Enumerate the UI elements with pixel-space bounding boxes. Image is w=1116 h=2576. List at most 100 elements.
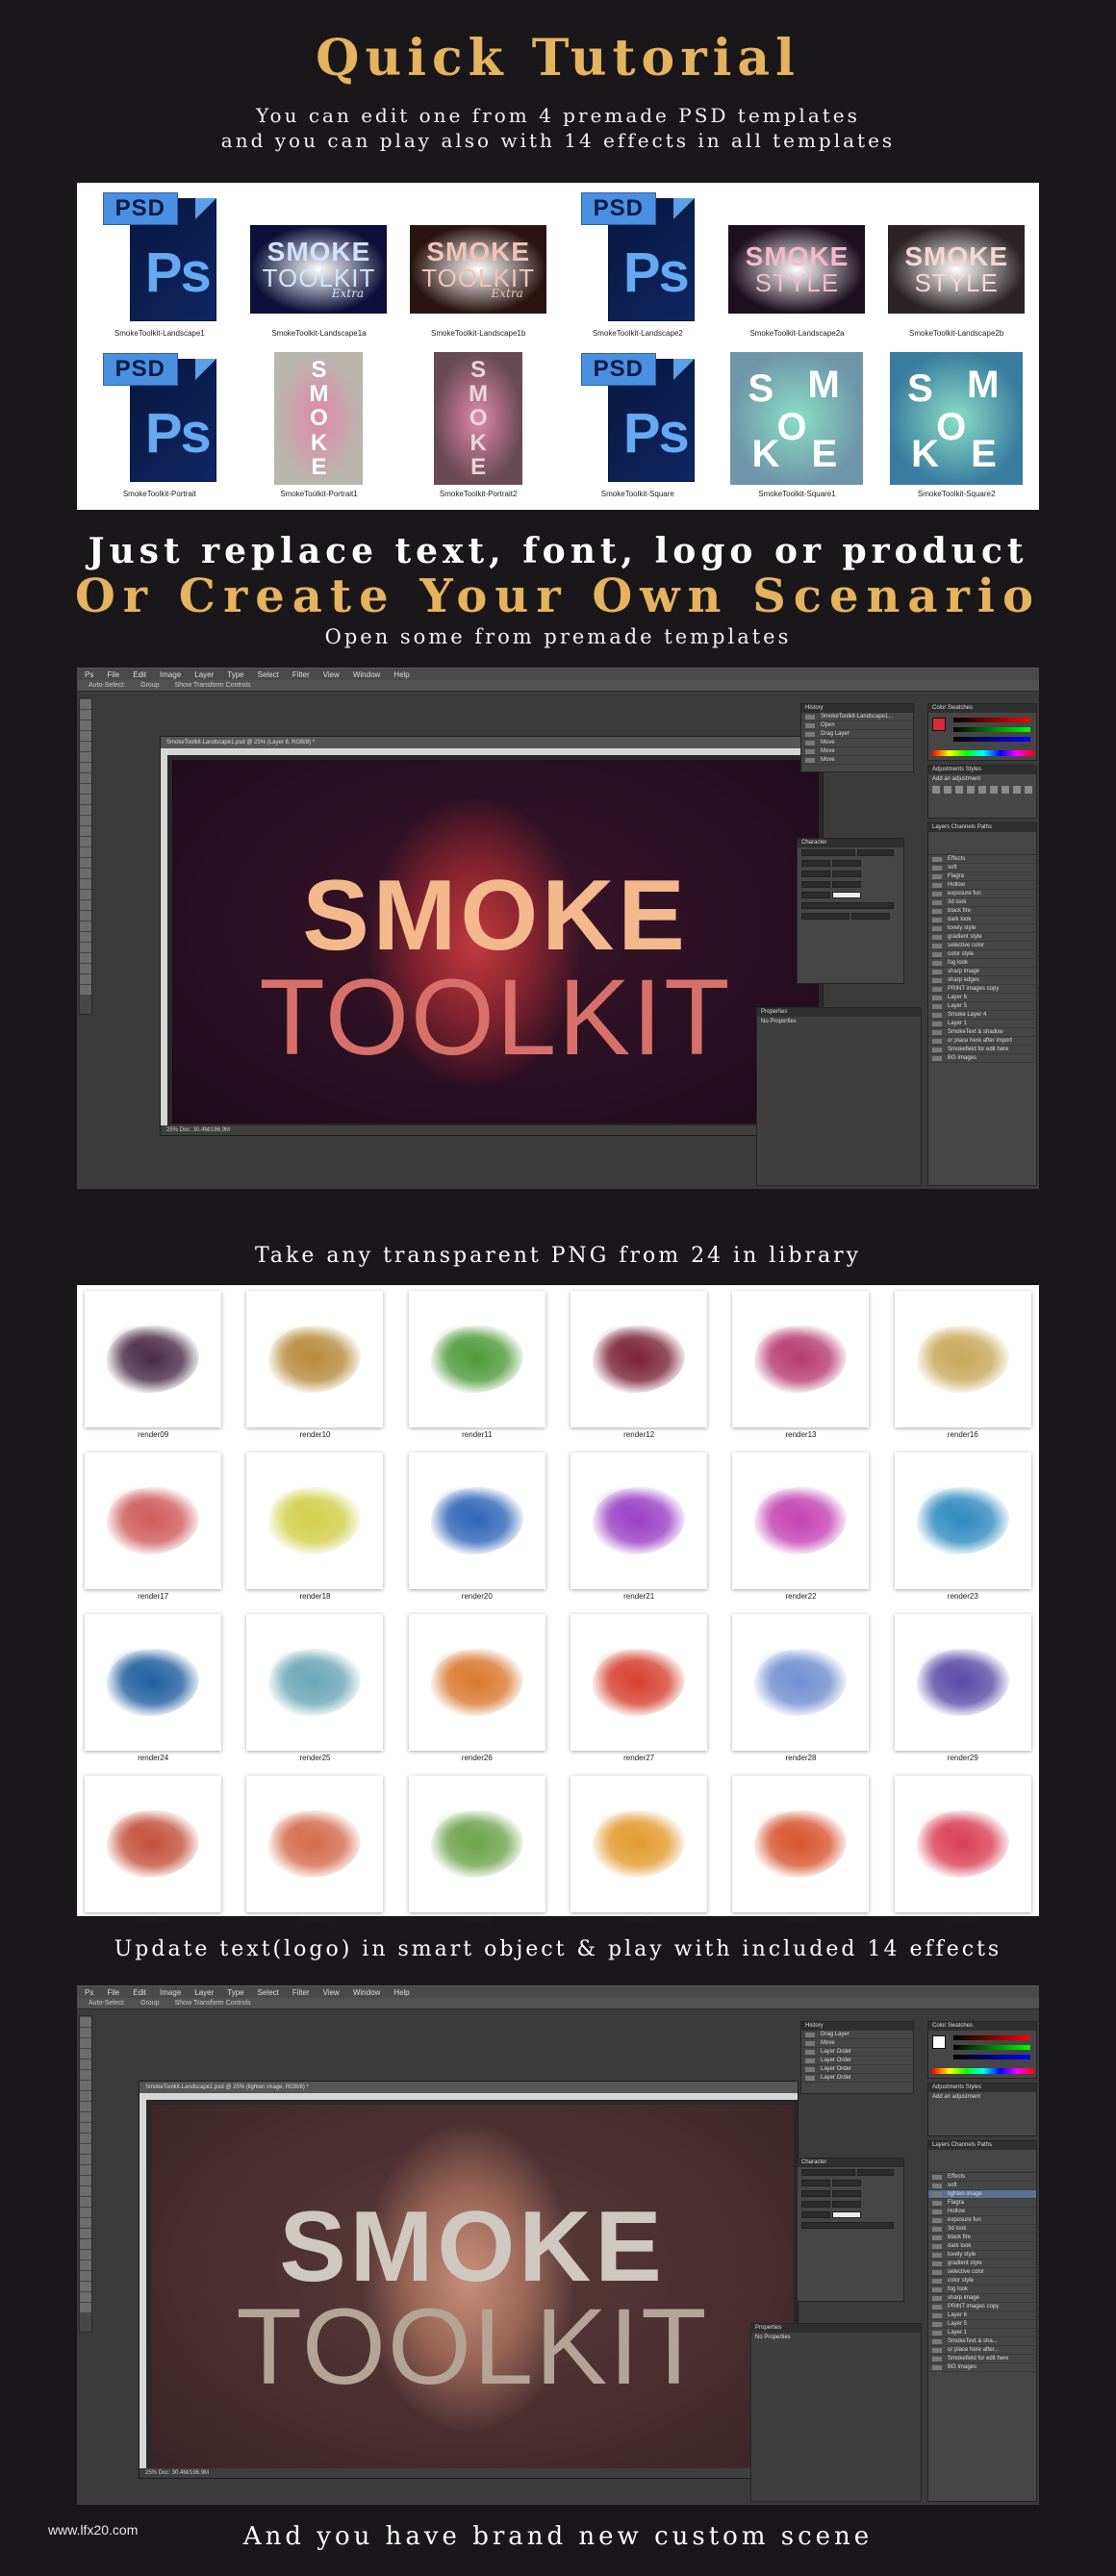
tool-icon[interactable] [80,816,91,825]
layers-filter-bar[interactable] [928,832,1036,855]
png-item[interactable]: render11 [408,1291,545,1439]
png-thumbnail[interactable] [85,1291,222,1427]
png-item[interactable]: render27 [571,1614,708,1762]
layer-row[interactable]: PRINT images copy [928,985,1036,994]
layer-row[interactable]: Effects [928,2173,1036,2182]
black-white-icon[interactable] [1013,786,1021,794]
tool-icon[interactable] [80,742,91,751]
png-thumbnail[interactable] [408,1452,545,1589]
png-item[interactable]: render17 [85,1452,222,1601]
tool-icon[interactable] [80,2123,91,2133]
png-thumbnail[interactable] [246,1452,384,1589]
menu-item-image[interactable]: Image [160,670,181,679]
menu-item-help[interactable]: Help [393,670,409,679]
template-thumbnail[interactable]: SMOKE [728,351,865,486]
png-thumbnail[interactable] [571,1291,708,1427]
color-ramp[interactable] [932,2068,1034,2074]
png-item[interactable]: render12 [571,1291,708,1439]
menu-item-filter[interactable]: Filter [292,1988,310,1997]
png-thumbnail[interactable] [246,1614,384,1751]
menu-item-view[interactable]: View [323,670,340,679]
layer-row[interactable]: selective color [928,2268,1036,2277]
layer-row[interactable]: or place here after... [928,2346,1036,2355]
tool-icon[interactable] [80,2059,91,2069]
layer-row[interactable]: Flagra [928,2199,1036,2208]
menu-item-ps[interactable]: Ps [85,1988,93,1997]
layer-row[interactable]: lovely style [928,2251,1036,2260]
png-item[interactable]: render21 [571,1452,708,1601]
tool-icon[interactable] [80,890,91,899]
tool-icon[interactable] [80,964,91,973]
png-thumbnail[interactable] [894,1776,1031,1912]
layer-row[interactable]: Layer 1 [928,1020,1036,1028]
brightness-icon[interactable] [932,786,940,794]
curves-icon[interactable] [955,786,963,794]
png-item[interactable]: render35 [894,1776,1031,1924]
menu-item-ps[interactable]: Ps [85,670,93,679]
template-thumbnail[interactable]: SMOKE TOOLKIT Extra [410,190,547,325]
leading-field[interactable] [831,2180,861,2187]
layer-row[interactable]: black fire [928,907,1036,916]
template-item[interactable]: PSD Ps SmokeToolkit-Square [565,351,711,504]
tool-icon[interactable] [80,879,91,889]
png-thumbnail[interactable] [408,1291,545,1427]
tool-icon[interactable] [80,837,91,846]
document-tab[interactable]: SmokeToolkit-Landscape1.psd @ 25% (light… [140,2082,798,2093]
layers-filter-bar[interactable] [928,2150,1036,2173]
png-item[interactable]: render09 [85,1291,222,1439]
tool-icon[interactable] [80,2197,91,2207]
png-item[interactable]: render30 [85,1776,222,1924]
group-select[interactable]: Group [140,682,159,689]
menu-item-view[interactable]: View [323,1988,340,1997]
tool-icon[interactable] [80,2176,91,2185]
layer-row[interactable]: dark look [928,916,1036,924]
font-size-field[interactable] [801,2180,830,2187]
png-item[interactable]: render18 [246,1452,384,1601]
layer-row[interactable]: 3d look [928,898,1036,907]
tool-icon[interactable] [80,2028,91,2037]
foreground-swatch[interactable] [932,718,946,731]
png-item[interactable]: render26 [408,1614,545,1762]
tool-icon[interactable] [80,2229,91,2238]
horizontal-scale-field[interactable] [831,2201,861,2209]
exposure-icon[interactable] [967,786,975,794]
layer-row[interactable]: Smokefield for edit here [928,1046,1036,1054]
png-item[interactable]: render31 [246,1776,384,1924]
green-slider[interactable] [953,2045,1030,2050]
language-select[interactable] [801,913,850,921]
font-size-field[interactable] [801,860,830,868]
tool-icon[interactable] [80,900,91,910]
baseline-field[interactable] [801,2211,830,2219]
tool-icon[interactable] [80,953,91,963]
tool-icon[interactable] [80,943,91,952]
template-item[interactable]: PSD Ps SmokeToolkit-Landscape1 [87,190,233,343]
history-state[interactable]: Layer Order [801,2065,913,2074]
layer-row[interactable]: lovely style [928,924,1036,933]
template-thumbnail[interactable]: SMOKE STYLE [888,190,1026,325]
layer-row[interactable]: black fire [928,2234,1036,2242]
layer-row[interactable]: Flagra [928,872,1036,881]
tool-icon[interactable] [80,731,91,741]
template-thumbnail[interactable]: PSD Ps [570,190,706,325]
layer-row[interactable]: color style [928,950,1036,959]
layer-row[interactable]: Smokefield for edit here [928,2355,1036,2363]
tool-icon[interactable] [80,784,91,794]
template-item[interactable]: SMOKE TOOLKIT Extra SmokeToolkit-Landscape1… [246,190,393,343]
png-item[interactable]: render13 [732,1291,870,1439]
history-state[interactable]: Layer Order [801,2048,913,2057]
menu-item-edit[interactable]: Edit [133,1988,146,1997]
png-thumbnail[interactable] [894,1291,1031,1427]
layer-row[interactable]: sharp image [928,2294,1036,2303]
png-thumbnail[interactable] [571,1614,708,1751]
photo-filter-icon[interactable] [1025,786,1032,794]
layer-row[interactable]: soft [928,2182,1036,2190]
menu-item-image[interactable]: Image [160,1988,181,1997]
tool-icon[interactable] [80,2239,91,2249]
tool-icon[interactable] [80,2155,91,2164]
color-ramp[interactable] [932,750,1034,756]
tool-icon[interactable] [80,2017,91,2027]
menu-item-layer[interactable]: Layer [194,1988,214,1997]
tool-icon[interactable] [80,2303,91,2312]
template-thumbnail[interactable]: SMOKE [250,351,387,486]
template-item[interactable]: SMOKE STYLE SmokeToolkit-Landscape2a [724,190,871,343]
